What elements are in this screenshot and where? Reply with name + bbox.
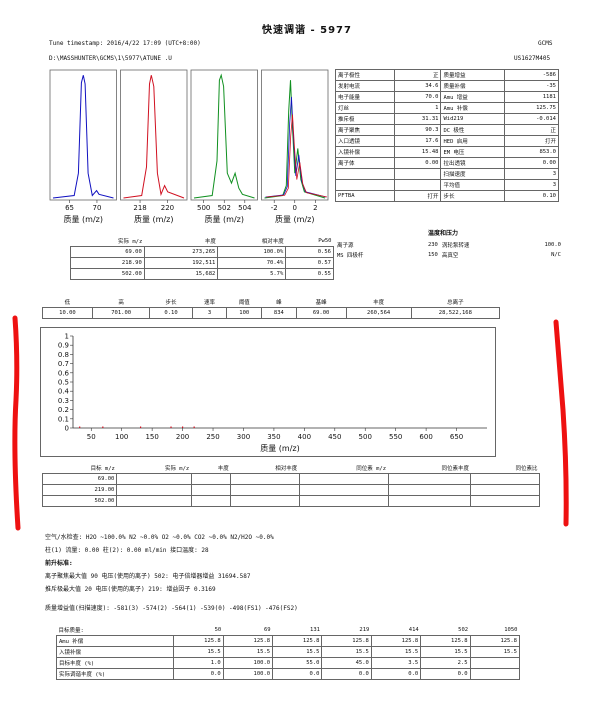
right-red-mark: [553, 319, 569, 527]
left-red-mark: [12, 315, 21, 531]
red-annotation-overlay: [12, 315, 569, 531]
